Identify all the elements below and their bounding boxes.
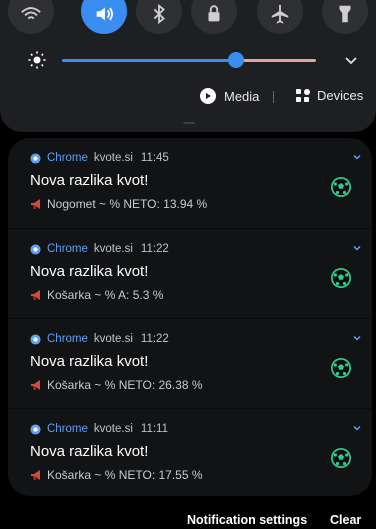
app-name: Chrome bbox=[47, 423, 88, 435]
brightness-row bbox=[0, 44, 376, 76]
notification-time: 11:45 bbox=[140, 152, 169, 164]
bluetooth-toggle[interactable] bbox=[136, 0, 182, 34]
sound-toggle[interactable] bbox=[81, 0, 127, 34]
notification-title: Nova razlika kvot! bbox=[30, 172, 149, 189]
notification-footer: Notification settings Clear bbox=[0, 508, 376, 529]
notification-domain: kvote.si bbox=[93, 423, 133, 435]
clear-button[interactable]: Clear bbox=[330, 513, 361, 527]
notification-domain: kvote.si bbox=[93, 152, 133, 164]
brightness-slider-thumb[interactable] bbox=[228, 52, 244, 68]
notification-list: Chrome kvote.si 11:45 Nova razlika kvot!… bbox=[8, 138, 372, 496]
airplane-icon bbox=[271, 4, 289, 24]
notification-body: Košarka ~ % NETO: 17.55 % bbox=[47, 468, 203, 482]
devices-grid-icon bbox=[296, 88, 310, 103]
flashlight-toggle[interactable] bbox=[322, 0, 368, 34]
notification-body-row: Nogomet ~ % NETO: 13.94 % bbox=[30, 197, 207, 211]
notification-body-row: Košarka ~ % NETO: 17.55 % bbox=[30, 468, 203, 482]
notification-domain: kvote.si bbox=[93, 243, 133, 255]
notification-title: Nova razlika kvot! bbox=[30, 263, 149, 280]
divider bbox=[273, 91, 274, 103]
panel-drag-handle[interactable] bbox=[183, 122, 195, 124]
app-name: Chrome bbox=[47, 333, 88, 345]
wifi-toggle[interactable] bbox=[8, 0, 54, 34]
notification-card[interactable]: Chrome kvote.si 11:22 Nova razlika kvot!… bbox=[8, 228, 372, 317]
notification-card[interactable]: Chrome kvote.si 11:45 Nova razlika kvot!… bbox=[8, 138, 372, 227]
notification-settings-button[interactable]: Notification settings bbox=[187, 513, 307, 527]
app-name: Chrome bbox=[47, 243, 88, 255]
bluetooth-icon bbox=[153, 3, 165, 25]
airplane-toggle[interactable] bbox=[257, 0, 303, 34]
chevron-down-icon[interactable] bbox=[352, 152, 362, 162]
megaphone-icon bbox=[31, 470, 40, 480]
media-button[interactable]: Media bbox=[200, 88, 259, 104]
brightness-slider-track[interactable] bbox=[240, 59, 316, 62]
soccer-ball-icon bbox=[331, 268, 351, 288]
notification-time: 11:11 bbox=[140, 423, 168, 435]
chevron-down-icon[interactable] bbox=[352, 333, 362, 343]
megaphone-icon bbox=[31, 199, 40, 209]
notification-time: 11:22 bbox=[140, 333, 169, 345]
chrome-icon bbox=[30, 152, 41, 164]
wifi-icon bbox=[21, 7, 41, 20]
notification-body: Košarka ~ % A: 5.3 % bbox=[47, 288, 164, 302]
lock-toggle[interactable] bbox=[191, 0, 237, 34]
chrome-icon bbox=[30, 243, 41, 255]
notification-header: Chrome kvote.si 11:22 bbox=[30, 243, 169, 255]
lock-icon bbox=[208, 5, 220, 22]
chevron-down-icon[interactable] bbox=[343, 52, 359, 68]
media-label: Media bbox=[224, 88, 260, 104]
app-name: Chrome bbox=[47, 152, 88, 164]
soccer-ball-icon bbox=[331, 358, 351, 378]
flashlight-icon bbox=[339, 5, 351, 23]
notification-header: Chrome kvote.si 11:22 bbox=[30, 333, 169, 345]
quick-settings-panel: Media Devices bbox=[0, 0, 376, 132]
quick-toggles bbox=[0, 0, 376, 36]
notification-header: Chrome kvote.si 11:45 bbox=[30, 152, 169, 164]
chrome-icon bbox=[30, 333, 41, 345]
brightness-sun-icon bbox=[28, 51, 46, 69]
play-icon bbox=[200, 88, 216, 104]
brightness-slider-fill[interactable] bbox=[62, 59, 234, 62]
chrome-icon bbox=[30, 423, 41, 435]
chevron-down-icon[interactable] bbox=[352, 243, 362, 253]
devices-button[interactable]: Devices bbox=[296, 88, 363, 103]
notification-body: Košarka ~ % NETO: 26.38 % bbox=[47, 378, 203, 392]
notification-title: Nova razlika kvot! bbox=[30, 443, 149, 460]
notification-body: Nogomet ~ % NETO: 13.94 % bbox=[47, 197, 208, 211]
notification-domain: kvote.si bbox=[93, 333, 133, 345]
notification-time: 11:22 bbox=[140, 243, 169, 255]
megaphone-icon bbox=[31, 380, 40, 390]
devices-label: Devices bbox=[317, 88, 364, 103]
notification-card[interactable]: Chrome kvote.si 11:22 Nova razlika kvot!… bbox=[8, 318, 372, 407]
soccer-ball-icon bbox=[331, 448, 351, 468]
sound-icon bbox=[96, 7, 113, 21]
media-devices-row: Media Devices bbox=[0, 86, 376, 110]
notification-header: Chrome kvote.si 11:11 bbox=[30, 423, 168, 435]
soccer-ball-icon bbox=[331, 177, 351, 197]
notification-title: Nova razlika kvot! bbox=[30, 353, 149, 370]
chevron-down-icon[interactable] bbox=[352, 423, 362, 433]
megaphone-icon bbox=[31, 290, 40, 300]
notification-body-row: Košarka ~ % NETO: 26.38 % bbox=[30, 378, 203, 392]
notification-body-row: Košarka ~ % A: 5.3 % bbox=[30, 288, 163, 302]
notification-card[interactable]: Chrome kvote.si 11:11 Nova razlika kvot!… bbox=[8, 408, 372, 496]
